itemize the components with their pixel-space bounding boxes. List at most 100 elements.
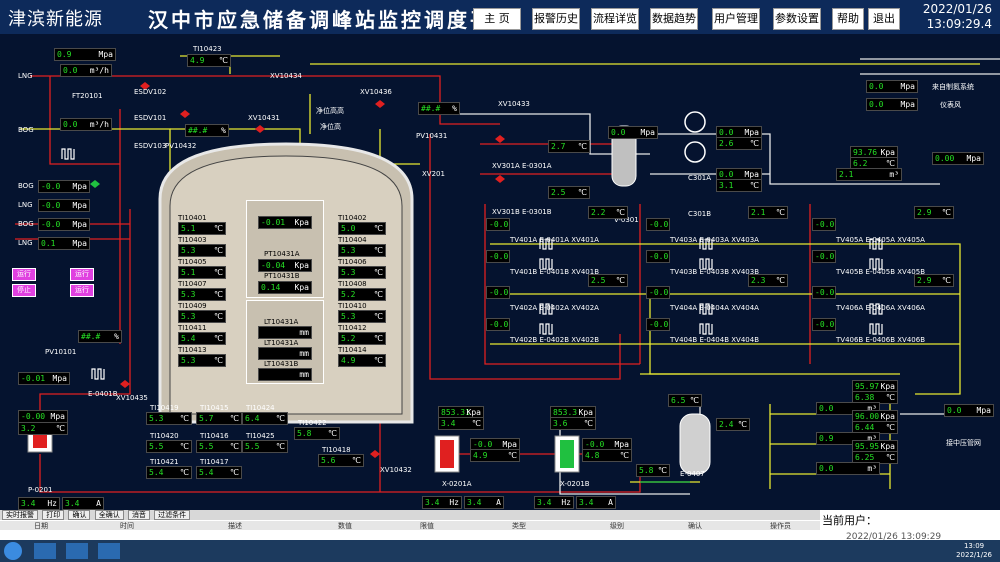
readout-lng-2: 0.1 Mpa — [38, 237, 90, 250]
readout-unit: Mpa — [900, 82, 915, 91]
nav-trend-button[interactable]: 数据趋势 — [650, 8, 698, 30]
readout-unit: ℃ — [776, 208, 785, 217]
readout-unit: ℃ — [276, 442, 285, 451]
readout-value: 5.7 — [199, 414, 214, 423]
readout-value: -0.0 — [649, 252, 669, 261]
readout-unit: Mpa — [900, 100, 915, 109]
readout-value: 5.3 — [341, 246, 356, 255]
readout-unit: ℃ — [214, 268, 223, 277]
vaporizer-tag-a: TV403A E-0403A XV403A — [670, 236, 759, 244]
nav-user-button[interactable]: 用户管理 — [712, 8, 760, 30]
label-xv10433: XV10433 — [498, 100, 530, 108]
bottom-temp-readout: 5.6 ℃ — [318, 454, 364, 467]
readout-value: 2.3 — [751, 276, 766, 285]
readout-value: -0.0 — [41, 182, 61, 191]
readout-value: -0.0 — [585, 440, 605, 449]
readout-value: 5.3 — [341, 268, 356, 277]
readout-unit: ℃ — [374, 334, 383, 343]
readout-value: ##.# — [188, 126, 208, 135]
pump-start-button-1[interactable]: 运行 — [12, 268, 36, 281]
readout-unit: Mpa — [52, 374, 67, 383]
vaporizer-tag-b: TV402B E-0402B XV402B — [510, 336, 599, 344]
readout-unit: ℃ — [508, 451, 517, 460]
readout-unit: ℃ — [750, 139, 759, 148]
pump-stop-button-2[interactable]: 运行 — [70, 284, 94, 297]
readout-unit: ℃ — [886, 423, 895, 432]
alarm-filter-button[interactable]: 过滤条件 — [154, 510, 191, 520]
readout-value: -0.0 — [489, 220, 509, 229]
vaporizer-tag-b: TV404B E-0404B XV404B — [670, 336, 759, 344]
readout-unit: Mpa — [976, 406, 991, 415]
nav-process-button[interactable]: 流程详览 — [591, 8, 639, 30]
readout-value: 0.0 — [947, 406, 962, 415]
readout-value: 3.4 — [579, 498, 594, 507]
readout-value: 5.1 — [181, 268, 196, 277]
label-e0301a: E-0301A — [522, 162, 552, 170]
nav-alarm-history-button[interactable]: 报警历史 — [532, 8, 580, 30]
alarm-print-button[interactable]: 打印 — [42, 510, 65, 520]
alarm-col-type: 类型 — [512, 522, 526, 530]
readout-value: 6.44 — [855, 423, 875, 432]
readout-value: 0.0 — [63, 66, 78, 75]
bottom-temp-tag: TI10419 — [150, 404, 179, 412]
readout-flow-2: 0.0 m³/h — [60, 118, 112, 131]
readout-value: 5.6 — [321, 456, 336, 465]
readout-value: 0.0 — [819, 404, 834, 413]
readout-value: 4.9 — [341, 356, 356, 365]
readout-value: 0.9 — [819, 434, 834, 443]
current-user-label: 当前用户： — [822, 514, 877, 527]
readout-value: -0.0 — [815, 288, 835, 297]
readout-unit: m³/h — [89, 120, 109, 129]
readout-unit: Hz — [561, 498, 571, 507]
terminal-icon[interactable] — [98, 543, 120, 559]
readout-value: 3.4 — [441, 419, 456, 428]
readout-unit: A — [608, 498, 613, 507]
readout-value: 0.0 — [869, 82, 884, 91]
readout-value: 0.0 — [611, 128, 626, 137]
temp-readout-right: 5.3 ℃ — [338, 266, 386, 279]
explorer-icon[interactable] — [34, 543, 56, 559]
start-icon[interactable] — [4, 542, 22, 560]
alarm-filter-select[interactable]: 实时报警 — [2, 510, 38, 520]
readout-value: 2.1 — [839, 170, 854, 179]
pump-start-button-2[interactable]: 运行 — [70, 268, 94, 281]
vaporizer-temp: 2.5 ℃ — [588, 274, 628, 287]
pump-stop-button-1[interactable]: 停止 — [12, 284, 36, 297]
readout-unit: ℃ — [180, 442, 189, 451]
readout-value: 0.0 — [869, 100, 884, 109]
readout-value: 5.2 — [341, 290, 356, 299]
readout-flow-1: 0.0 m³/h — [60, 64, 112, 77]
readout-unit: Mpa — [72, 201, 87, 210]
app-icon[interactable] — [66, 543, 88, 559]
readout-unit: Kpa — [294, 218, 309, 227]
alarm-ack-button[interactable]: 确认 — [68, 510, 91, 520]
vaporizer-tag-a: TV402A E-0402A XV402A — [510, 304, 599, 312]
vaporizer-small: -0.0 — [812, 286, 836, 299]
bottom-temp-tag: TI10425 — [246, 432, 275, 440]
nav-help-button[interactable]: 帮助 — [832, 8, 864, 30]
readout-value: 5.3 — [181, 290, 196, 299]
readout-value: 4.9 — [473, 451, 488, 460]
alarm-ack-all-button[interactable]: 全确认 — [94, 510, 124, 520]
readout-value: 3.6 — [553, 419, 568, 428]
readout-e0301a: 2.7 ℃ — [548, 140, 590, 153]
alarm-mute-button[interactable]: 消音 — [127, 510, 150, 520]
nav-exit-button[interactable]: 退出 — [868, 8, 900, 30]
label-esdv102: ESDV102 — [134, 88, 167, 96]
header: 津滨新能源 汉中市应急储备调峰站监控调度平台 主 页 报警历史 流程详览 数据趋… — [0, 0, 1000, 35]
readout-value: 3.4 — [537, 498, 552, 507]
nav-home-button[interactable]: 主 页 — [473, 8, 521, 30]
bottom-temp-tag: TI10424 — [246, 404, 275, 412]
nav-settings-button[interactable]: 参数设置 — [773, 8, 821, 30]
temp-readout-left: 5.3 ℃ — [178, 288, 226, 301]
readout-value: 5.0 — [341, 224, 356, 233]
readout-ti10423: 4.9 ℃ — [187, 54, 231, 67]
temp-readout-right: 4.9 ℃ — [338, 354, 386, 367]
readout-pump-pressure: -0.01 Mpa — [18, 372, 70, 385]
vaporizer-small: -0.0 — [812, 250, 836, 263]
label-xv10431: XV10431 — [248, 114, 280, 122]
readout-bog: -0.0 Mpa — [38, 180, 90, 193]
label-bog-3: BOG — [18, 220, 34, 228]
vaporizer-small: -0.0 — [646, 318, 670, 331]
vaporizer-small: -0.0 — [646, 218, 670, 231]
